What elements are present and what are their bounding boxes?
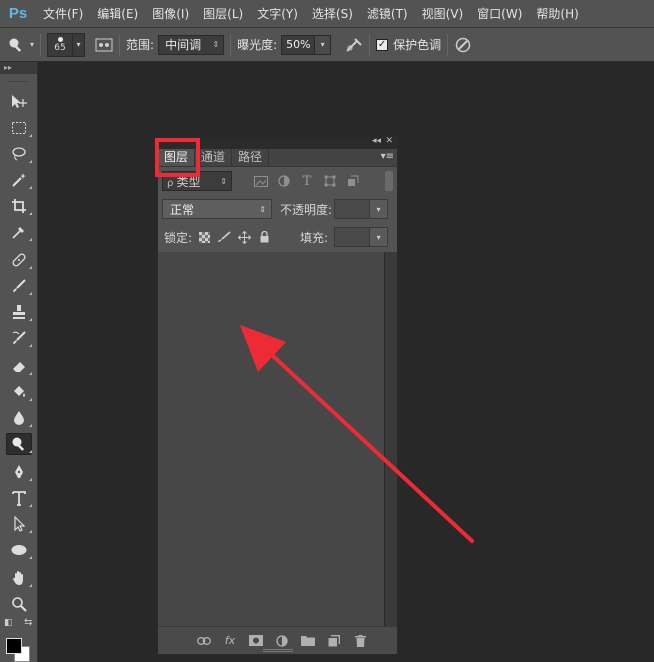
annotation-arrow: [240, 325, 474, 543]
